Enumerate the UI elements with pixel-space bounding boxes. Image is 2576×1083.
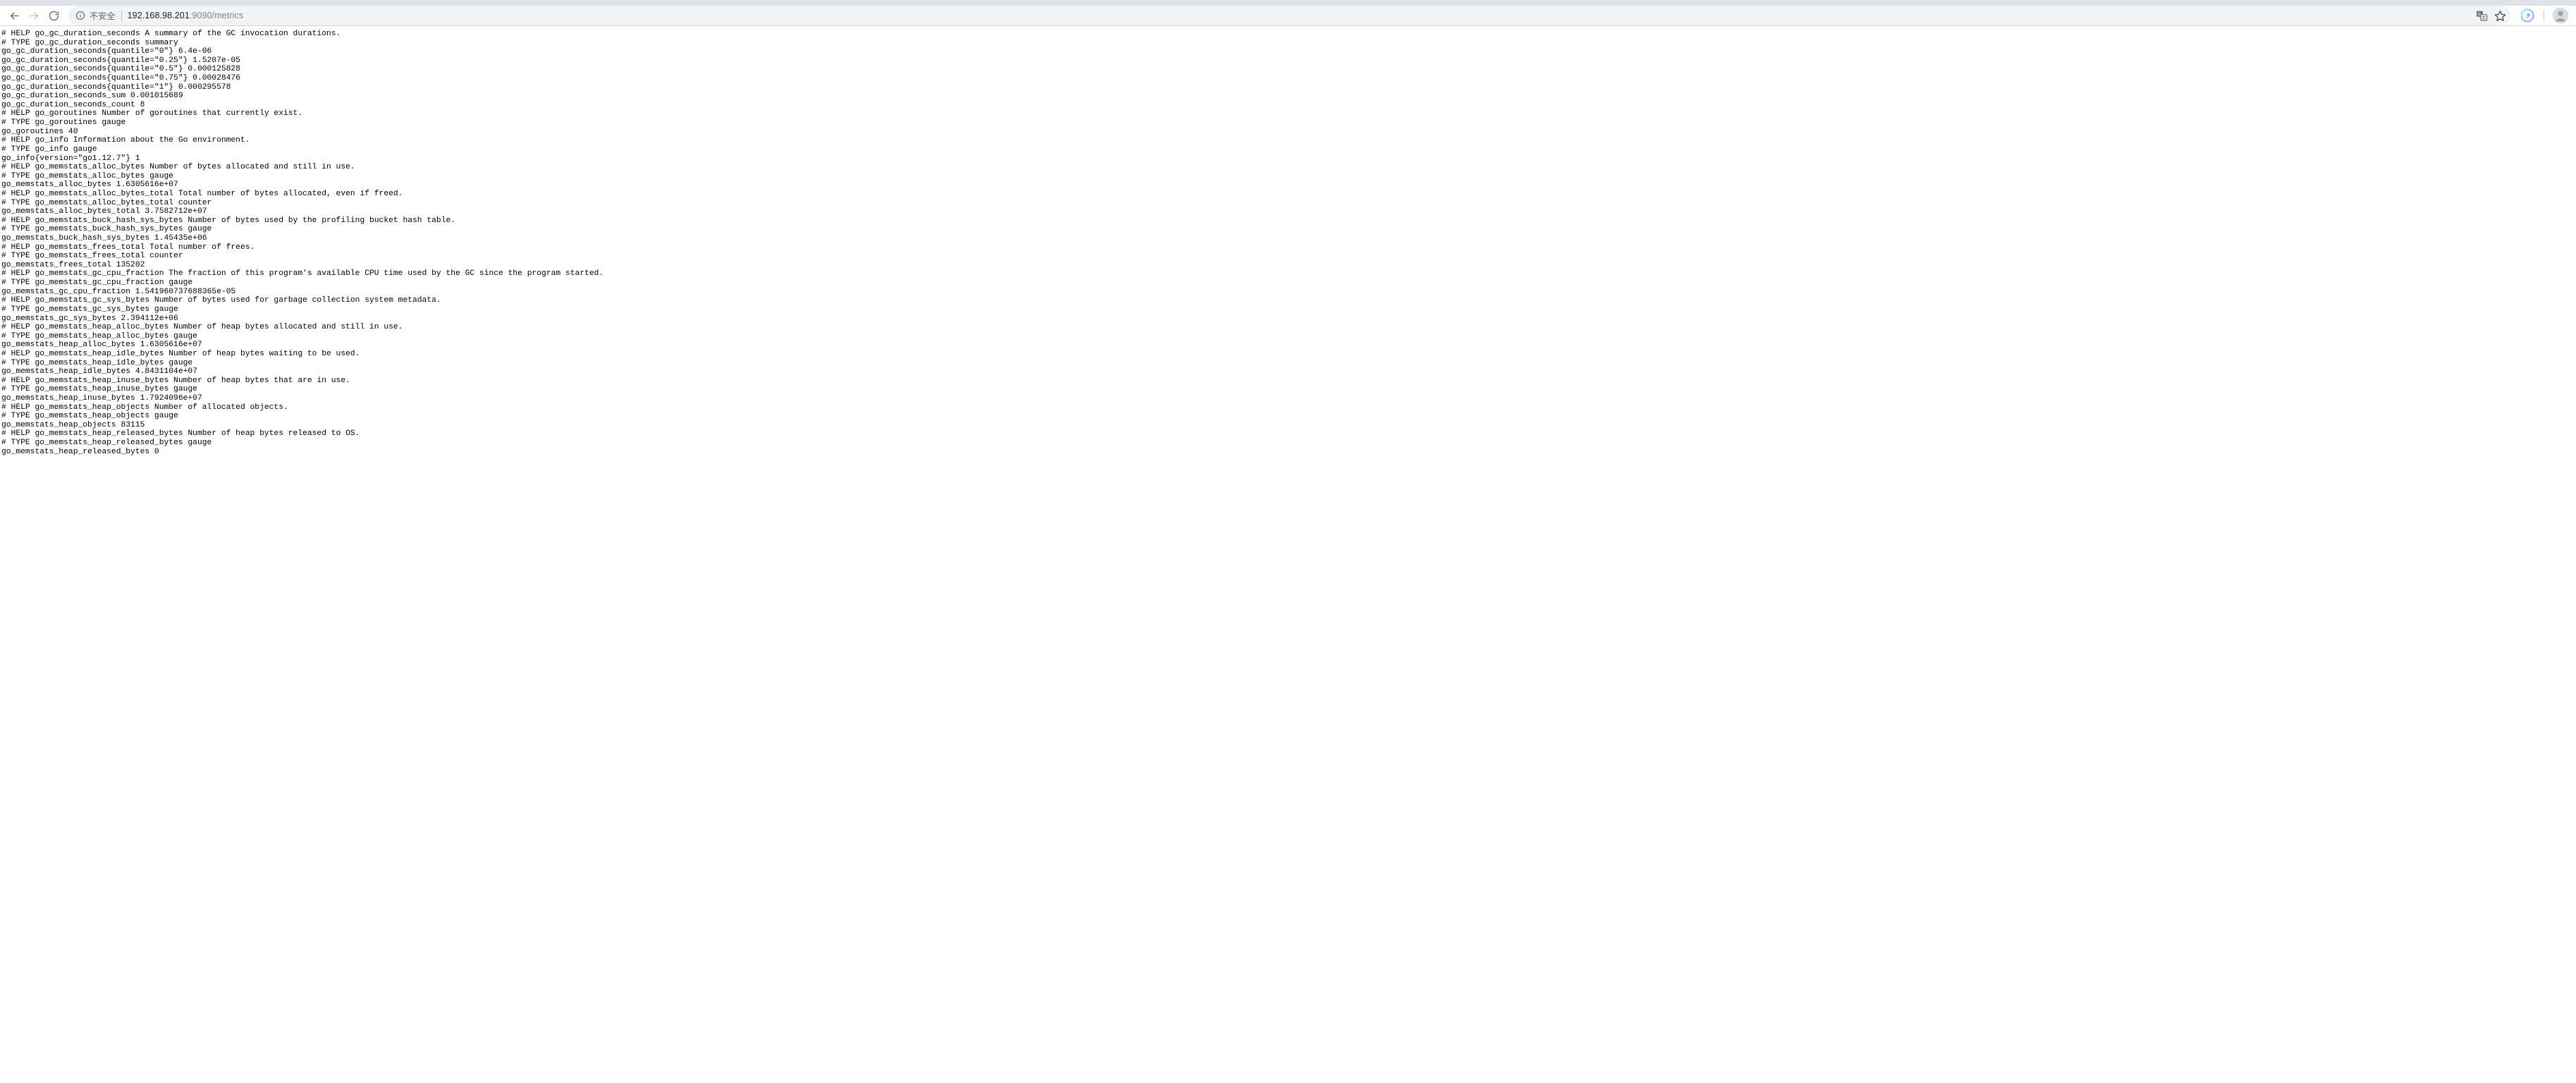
back-button[interactable] <box>4 6 24 25</box>
metric-line: # TYPE go_memstats_alloc_bytes gauge <box>1 171 174 180</box>
metric-line: # HELP go_memstats_heap_inuse_bytes Numb… <box>1 376 350 385</box>
metric-line: # HELP go_memstats_frees_total Total num… <box>1 243 255 252</box>
metric-line: go_memstats_alloc_bytes 1.6305616e+07 <box>1 180 178 190</box>
extension-icon[interactable] <box>2517 6 2537 25</box>
browser-window: 不安全 192.168.98.201:9090/metrics G 文 # HE… <box>0 0 2576 1083</box>
metric-line: go_gc_duration_seconds_sum 0.001015689 <box>1 92 183 101</box>
metric-line: # TYPE go_memstats_heap_idle_bytes gauge <box>1 358 193 367</box>
omnibox-divider <box>121 10 122 21</box>
metric-line: # TYPE go_memstats_frees_total counter <box>1 252 183 261</box>
metric-line: go_memstats_buck_hash_sys_bytes 1.45435e… <box>1 234 207 243</box>
translate-icon[interactable]: G 文 <box>2472 6 2491 25</box>
metrics-text-body: # HELP go_gc_duration_seconds A summary … <box>0 26 2576 456</box>
metric-line: # HELP go_memstats_alloc_bytes_total Tot… <box>1 189 403 198</box>
url-text[interactable]: 192.168.98.201:9090/metrics <box>128 11 2472 20</box>
metric-line: # TYPE go_info gauge <box>1 145 97 154</box>
metric-line: # TYPE go_memstats_alloc_bytes_total cou… <box>1 198 212 207</box>
profile-avatar-icon[interactable] <box>2551 6 2570 25</box>
metric-line: go_info{version="go1.12.7"} 1 <box>1 154 140 163</box>
metric-line: go_gc_duration_seconds{quantile="0.5"} 0… <box>1 65 240 74</box>
metric-line: go_gc_duration_seconds{quantile="0.75"} … <box>1 74 240 83</box>
page-viewport[interactable]: # HELP go_gc_duration_seconds A summary … <box>0 26 2576 1083</box>
metric-line: go_memstats_heap_inuse_bytes 1.7924096e+… <box>1 393 202 403</box>
bookmark-star-icon[interactable] <box>2491 6 2509 25</box>
metric-line: go_memstats_gc_cpu_fraction 1.5419607376… <box>1 287 236 296</box>
metric-line: # HELP go_gc_duration_seconds A summary … <box>1 30 341 38</box>
metric-line: # TYPE go_memstats_buck_hash_sys_bytes g… <box>1 225 212 234</box>
metric-line: # HELP go_memstats_buck_hash_sys_bytes N… <box>1 216 456 225</box>
reload-icon <box>49 11 59 20</box>
info-circle-icon[interactable] <box>75 10 86 21</box>
metric-line: # TYPE go_gc_duration_seconds summary <box>1 38 178 47</box>
metric-line: go_gc_duration_seconds{quantile="1"} 0.0… <box>1 82 231 92</box>
metric-line: go_memstats_gc_sys_bytes 2.394112e+06 <box>1 314 178 323</box>
forward-arrow-icon <box>29 12 38 19</box>
metric-line: # TYPE go_memstats_heap_released_bytes g… <box>1 439 212 448</box>
metric-line: # HELP go_memstats_heap_alloc_bytes Numb… <box>1 323 403 332</box>
metric-line: go_memstats_alloc_bytes_total 3.7582712e… <box>1 207 207 216</box>
url-host: 192.168.98.201 <box>127 11 190 20</box>
metric-line: # HELP go_memstats_heap_objects Number o… <box>1 403 288 412</box>
metric-line: go_memstats_heap_objects 83115 <box>1 420 145 429</box>
url-path: :9090/metrics <box>189 11 244 20</box>
metric-line: # HELP go_goroutines Number of goroutine… <box>1 109 303 118</box>
metric-line: # TYPE go_memstats_heap_objects gauge <box>1 412 178 421</box>
browser-toolbar: 不安全 192.168.98.201:9090/metrics G 文 <box>0 6 2576 26</box>
metric-line: # HELP go_memstats_heap_idle_bytes Numbe… <box>1 349 360 358</box>
tab-strip <box>0 0 2576 6</box>
metric-line: # TYPE go_memstats_heap_inuse_bytes gaug… <box>1 385 197 394</box>
metric-line: # TYPE go_memstats_gc_sys_bytes gauge <box>1 305 178 314</box>
metric-line: # TYPE go_memstats_gc_cpu_fraction gauge <box>1 279 193 288</box>
metric-line: # HELP go_memstats_gc_cpu_fraction The f… <box>1 269 604 279</box>
metric-line: go_memstats_heap_idle_bytes 4.8431104e+0… <box>1 367 197 377</box>
address-bar[interactable]: 不安全 192.168.98.201:9090/metrics G 文 <box>68 6 2510 25</box>
metric-line: # TYPE go_goroutines gauge <box>1 118 126 128</box>
metric-line: # TYPE go_memstats_heap_alloc_bytes gaug… <box>1 331 197 341</box>
metric-line: go_memstats_frees_total 135202 <box>1 260 145 269</box>
security-status-label: 不安全 <box>90 11 116 21</box>
metric-line: # HELP go_info Information about the Go … <box>1 136 250 145</box>
metric-line: go_goroutines 40 <box>1 127 78 136</box>
metric-line: go_memstats_heap_released_bytes 0 <box>1 447 159 456</box>
back-arrow-icon <box>10 12 19 19</box>
metric-line: # HELP go_memstats_alloc_bytes Number of… <box>1 163 355 172</box>
metric-line: go_memstats_heap_alloc_bytes 1.6305616e+… <box>1 341 202 350</box>
metric-line: go_gc_duration_seconds{quantile="0"} 6.4… <box>1 47 212 56</box>
metric-line: go_gc_duration_seconds_count 8 <box>1 100 145 109</box>
forward-button[interactable] <box>24 6 44 25</box>
reload-button[interactable] <box>44 6 63 25</box>
toolbar-actions <box>2517 6 2570 25</box>
metric-line: go_gc_duration_seconds{quantile="0.25"} … <box>1 56 240 65</box>
metric-line: # HELP go_memstats_gc_sys_bytes Number o… <box>1 296 441 305</box>
metric-line: # HELP go_memstats_heap_released_bytes N… <box>1 429 360 439</box>
